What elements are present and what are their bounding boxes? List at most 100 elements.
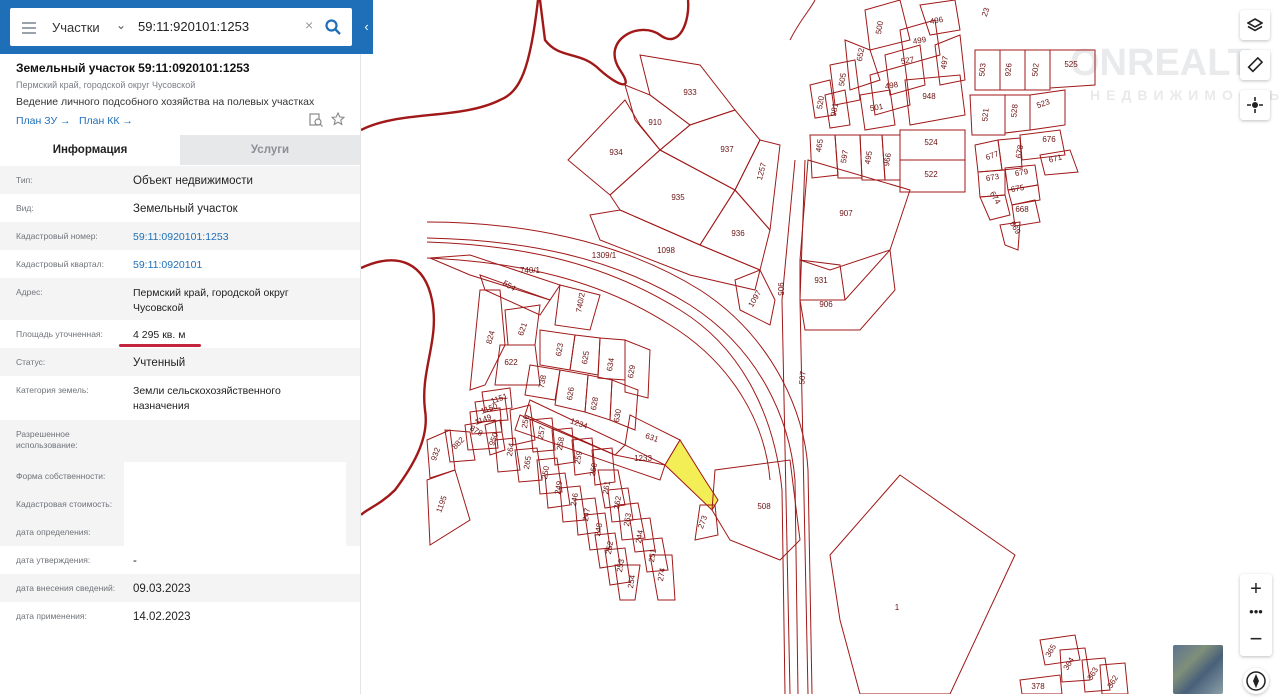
zoom-in-button[interactable]: + (1240, 576, 1272, 602)
plot-label: 629 (626, 364, 637, 379)
row-valuation-date: дата определения: (0, 518, 360, 546)
row-cadastral-value: Кадастровая стоимость: (0, 490, 360, 518)
more-button[interactable]: ••• (1240, 604, 1272, 624)
row-key: Разрешенное использование: (16, 429, 78, 450)
row-key: Кадастровая стоимость: (16, 499, 113, 509)
plot-label: 262 (612, 495, 623, 510)
info-panel: Участки ⌄ × ‹ Земельный участок 59:11:09… (0, 0, 373, 694)
chevron-left-icon[interactable]: ‹ (360, 18, 373, 36)
row-value: 09.03.2023 (133, 583, 191, 595)
row-value: 14.02.2023 (133, 611, 191, 623)
cadastral-quarter-link[interactable]: 59:11:0920101 (133, 258, 353, 273)
plot-label: 251 (647, 548, 658, 563)
tab-services[interactable]: Услуги (180, 135, 360, 165)
row-kind: Вид: Земельный участок (0, 194, 360, 222)
layers-button[interactable] (1240, 10, 1270, 40)
plot-label: 498 (884, 80, 899, 91)
plot-label: 906 (819, 300, 833, 309)
plot-label: 364 (1062, 655, 1077, 672)
plot-label: 740/2 (574, 291, 586, 313)
plot-label: 625 (580, 350, 591, 365)
locate-button[interactable] (1240, 90, 1270, 120)
search-icon[interactable] (324, 18, 342, 36)
plot-label: 910 (648, 118, 662, 127)
plot-label: 254 (626, 574, 637, 589)
row-key: дата определения: (16, 527, 91, 537)
plot-label: 259 (573, 450, 584, 465)
plan-zu-link[interactable]: План ЗУ → (16, 115, 71, 127)
star-icon[interactable] (331, 112, 345, 126)
plot-label: 673 (985, 172, 1000, 183)
zoom-controls: + ••• − (1240, 574, 1272, 656)
plot-label: 501 (869, 102, 884, 113)
row-key: Категория земель: (16, 385, 89, 395)
plot-label: 671 (1048, 152, 1064, 164)
plot-label: 628 (589, 396, 600, 411)
plot-label: 502 (1030, 62, 1040, 77)
chevron-down-icon[interactable]: ⌄ (116, 18, 126, 32)
plot-740-1 (429, 254, 561, 301)
plot-label: 522 (924, 170, 938, 179)
row-key: дата применения: (16, 611, 87, 621)
plot-label: 244 (634, 529, 645, 544)
plot-label: 622 (504, 358, 518, 367)
plot-label: 738 (537, 374, 548, 389)
row-key: Кадастровый квартал: (16, 259, 104, 269)
boundary-line-north (538, 0, 690, 86)
plot-652 (844, 39, 881, 91)
zoom-to-object-icon[interactable] (309, 113, 323, 127)
row-key: Адрес: (16, 287, 43, 297)
plot-label: 499 (912, 35, 927, 46)
plot-label: 905 (776, 282, 785, 296)
plot-label: 652 (855, 47, 866, 62)
zoom-out-button[interactable]: − (1240, 626, 1272, 654)
plot-label: 274 (656, 567, 667, 582)
cadastral-number-link[interactable]: 59:11:0920101:1253 (133, 230, 353, 245)
plot-label: 932 (429, 446, 442, 462)
row-ownership: Форма собственности: (0, 462, 360, 490)
boundary-line-west (360, 259, 436, 516)
plot-label: 23 (980, 6, 992, 18)
plot-label: 496 (929, 15, 944, 26)
plot-label: 249 (553, 480, 564, 495)
plot-label: 495 (863, 150, 874, 165)
cadastral-map[interactable]: ONREALT НЕДВИЖИМОСТЬ 933 910 934 937 125… (360, 0, 1280, 694)
plan-kk-link[interactable]: План КК → (79, 115, 133, 127)
plot-label: 937 (720, 145, 734, 154)
hamburger-icon[interactable] (22, 20, 36, 34)
layer-select[interactable]: Участки (52, 20, 100, 35)
clear-icon[interactable]: × (305, 17, 313, 33)
tab-information[interactable]: Информация (0, 135, 180, 165)
row-key: дата утверждения: (16, 555, 91, 565)
plot-label: 265 (522, 455, 533, 470)
redacted-value (124, 518, 346, 546)
row-land-category: Категория земель: Земли сельскохозяйствен… (0, 376, 360, 420)
object-title: Земельный участок 59:11:0920101:1253 (16, 61, 250, 75)
plot-label: 631 (644, 431, 660, 444)
plot-label: 523 (1035, 97, 1051, 110)
plot-label: 252 (604, 540, 615, 555)
basemap-switcher[interactable] (1173, 645, 1223, 694)
row-status: Статус: Учтенный (0, 348, 360, 376)
plot-label: 1233 (634, 454, 652, 463)
plot-label: 674 (988, 190, 1003, 207)
plot-label: 258 (555, 436, 566, 451)
plot-1253-selected[interactable] (664, 439, 719, 511)
plot-label: 1 (895, 603, 900, 612)
crosshair-icon (1247, 97, 1263, 113)
plot-label: 597 (839, 149, 850, 164)
compass-button[interactable] (1243, 668, 1269, 694)
object-region: Пермский край, городской округ Чусовской (16, 80, 196, 90)
plot-label: 740/1 (520, 266, 541, 275)
ruler-button[interactable] (1240, 50, 1270, 80)
plot-label: 1309/1 (592, 251, 617, 260)
plot-label: 503 (977, 62, 987, 77)
plot-label: 933 (683, 88, 697, 97)
plot-label: 508 (757, 502, 771, 511)
plot-label: 507 (797, 370, 807, 385)
plot-label: 935 (671, 193, 685, 202)
map-canvas[interactable]: ONREALT НЕДВИЖИМОСТЬ 933910934 937125793… (360, 0, 1280, 694)
layers-icon (1247, 18, 1263, 32)
search-input[interactable] (136, 17, 300, 36)
boundary-line-north2 (360, 0, 540, 132)
